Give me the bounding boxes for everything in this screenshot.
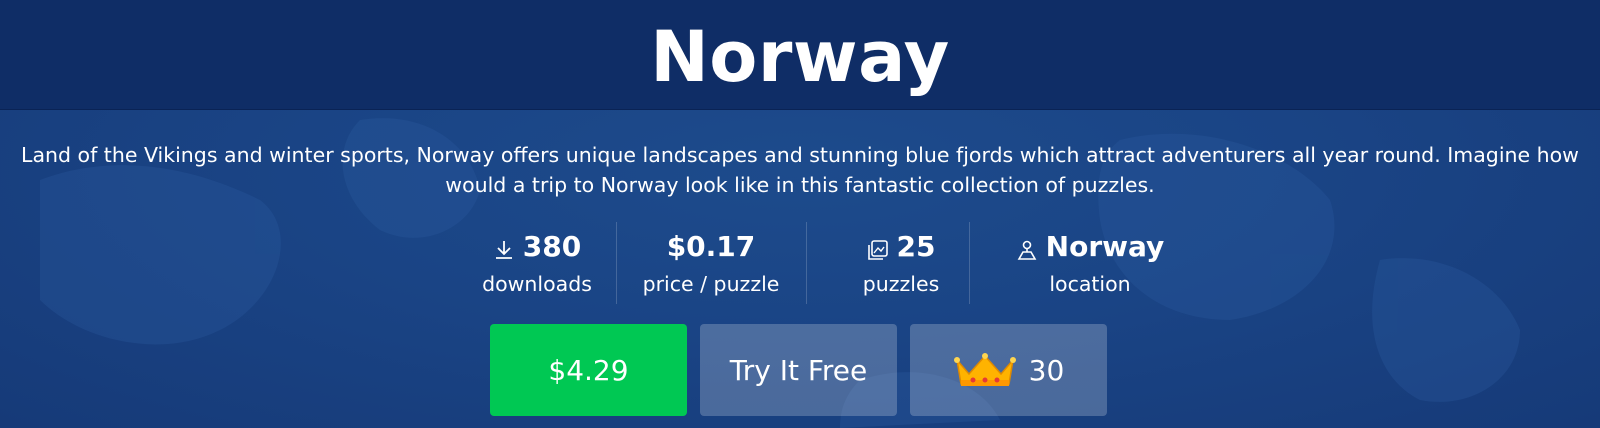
try-it-free-button[interactable]: Try It Free xyxy=(700,324,897,416)
price-per-puzzle-label: price / puzzle xyxy=(642,272,780,296)
stats-row: 380 downloads $0.17 price / puzzle 25 pu… xyxy=(0,222,1600,304)
downloads-label: downloads xyxy=(482,272,592,296)
location-label: location xyxy=(1049,272,1131,296)
puzzles-icon xyxy=(867,235,889,260)
location-icon xyxy=(1016,235,1038,260)
try-it-free-label: Try It Free xyxy=(729,353,868,387)
buy-button[interactable]: $4.29 xyxy=(490,324,687,416)
stat-location: Norway location xyxy=(990,222,1190,304)
crown-purchase-button[interactable]: 30 xyxy=(910,324,1107,416)
location-value: Norway xyxy=(1045,229,1165,263)
stats-divider xyxy=(969,222,970,304)
stat-puzzles: 25 puzzles xyxy=(826,222,976,304)
collection-description: Land of the Vikings and winter sports, N… xyxy=(21,143,1579,197)
stat-downloads: 380 downloads xyxy=(463,222,611,304)
puzzles-label: puzzles xyxy=(862,272,940,296)
buy-button-label: $4.29 xyxy=(548,353,629,387)
stat-price-per-puzzle: $0.17 price / puzzle xyxy=(626,222,796,304)
downloads-value: 380 xyxy=(522,229,582,263)
puzzles-value: 25 xyxy=(896,229,936,263)
crown-value: 30 xyxy=(1028,353,1065,387)
crown-icon xyxy=(953,353,1016,386)
page-title: Norway xyxy=(650,15,950,98)
title-bar: Norway xyxy=(0,0,1600,110)
stats-divider xyxy=(616,222,617,304)
stats-divider xyxy=(806,222,807,304)
download-icon xyxy=(493,235,515,259)
price-per-puzzle-value: $0.17 xyxy=(666,229,756,263)
